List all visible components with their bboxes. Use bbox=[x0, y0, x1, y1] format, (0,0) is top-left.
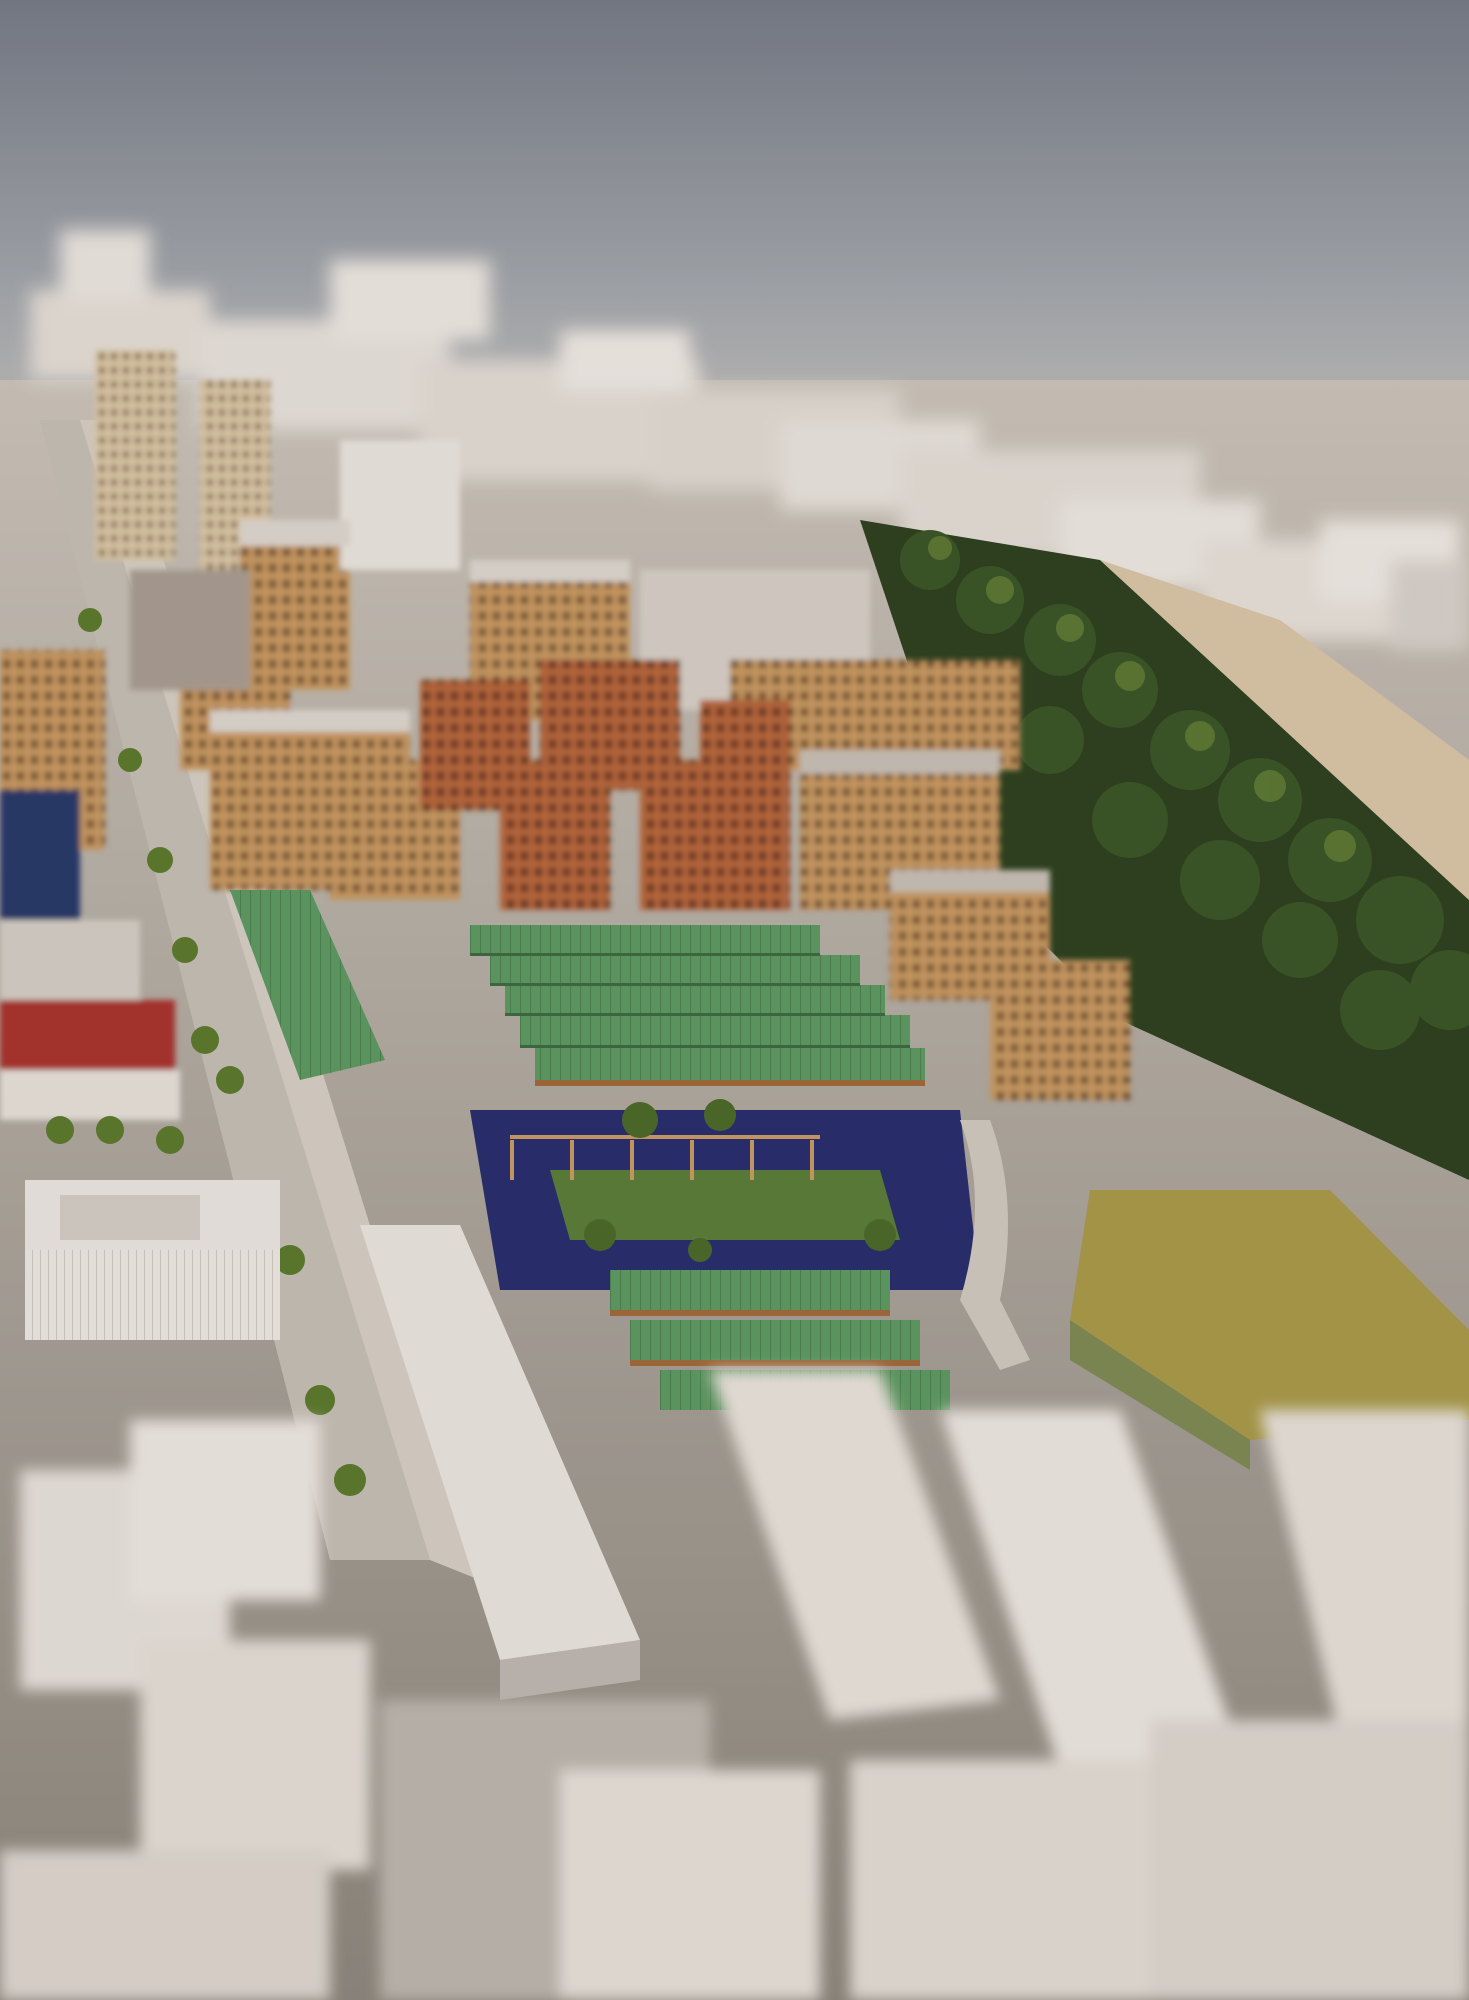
aerial-city-rendering bbox=[0, 0, 1469, 2000]
vignette bbox=[0, 0, 1469, 2000]
